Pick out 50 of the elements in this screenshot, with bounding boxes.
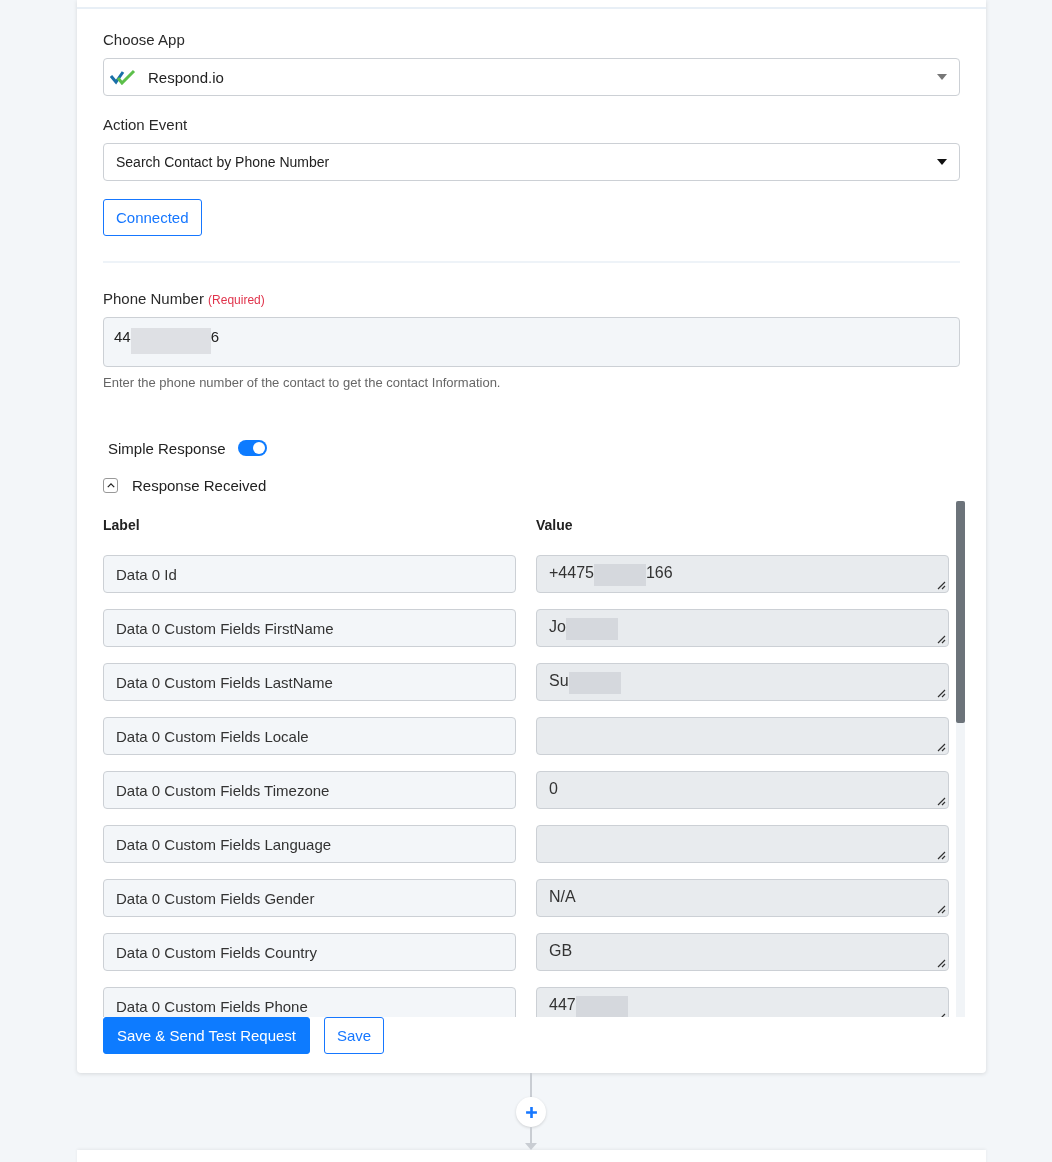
collapse-button[interactable] [103, 477, 118, 493]
caret-icon [937, 74, 947, 80]
action-button[interactable]: Save [324, 1017, 385, 1054]
hint-text: Enter the phone number of the contact to get the contact Information. [103, 375, 502, 390]
label-field: Data 0 Id [103, 555, 516, 593]
value-field[interactable] [536, 825, 949, 863]
column-header: Label [103, 516, 141, 535]
action-button[interactable]: Save & Send Test Request [103, 1017, 310, 1054]
label-field: Data 0 Custom Fields Timezone [103, 771, 516, 809]
toggle-switch[interactable] [237, 440, 267, 456]
value-field[interactable]: 447 [536, 987, 949, 1017]
label-field: Data 0 Custom Fields Phone [103, 987, 516, 1017]
label-field: Data 0 Custom Fields FirstName [103, 609, 516, 647]
toggle-label: Simple Response [108, 439, 226, 457]
resize-grip-icon [936, 796, 946, 806]
value-field[interactable] [536, 717, 949, 755]
label-field: Data 0 Custom Fields Country [103, 933, 516, 971]
chevron-icon [106, 482, 115, 488]
value-field[interactable]: Jo [536, 609, 949, 647]
label-field: Data 0 Custom Fields Gender [103, 879, 516, 917]
label-field: Data 0 Custom Fields Language [103, 825, 516, 863]
connected-button[interactable]: Connected [103, 199, 202, 236]
phone-input[interactable]: 44 6 [103, 317, 960, 367]
field-label: Phone Number (Required) [103, 290, 266, 307]
value-field[interactable]: Su [536, 663, 949, 701]
value-field[interactable]: N/A [536, 879, 949, 917]
app-select[interactable]: Respond.io [103, 58, 960, 96]
event-select[interactable]: Search Contact by Phone Number [103, 143, 960, 181]
value-field[interactable]: +4475 166 [536, 555, 949, 593]
check-logo-icon [110, 69, 136, 85]
resize-grip-icon [936, 742, 946, 752]
resize-grip-icon [936, 904, 946, 914]
resize-grip-icon [936, 850, 946, 860]
required-note: (Required) [208, 293, 265, 307]
resize-grip-icon [936, 958, 946, 968]
resize-grip-icon [936, 688, 946, 698]
scrollbar[interactable] [956, 501, 965, 1017]
field-label: Choose App [103, 31, 186, 48]
add-step-button[interactable] [516, 1097, 546, 1127]
field-label: Action Event [103, 116, 189, 133]
resize-grip-icon [936, 580, 946, 590]
label-field: Data 0 Custom Fields LastName [103, 663, 516, 701]
value-field[interactable]: GB [536, 933, 949, 971]
plus-icon [524, 1105, 538, 1119]
caret-icon [937, 159, 947, 165]
section-title: Response Received [132, 476, 267, 494]
label-field: Data 0 Custom Fields Locale [103, 717, 516, 755]
resize-grip-icon [936, 634, 946, 644]
value-field[interactable]: 0 [536, 771, 949, 809]
column-header: Value [536, 516, 574, 535]
